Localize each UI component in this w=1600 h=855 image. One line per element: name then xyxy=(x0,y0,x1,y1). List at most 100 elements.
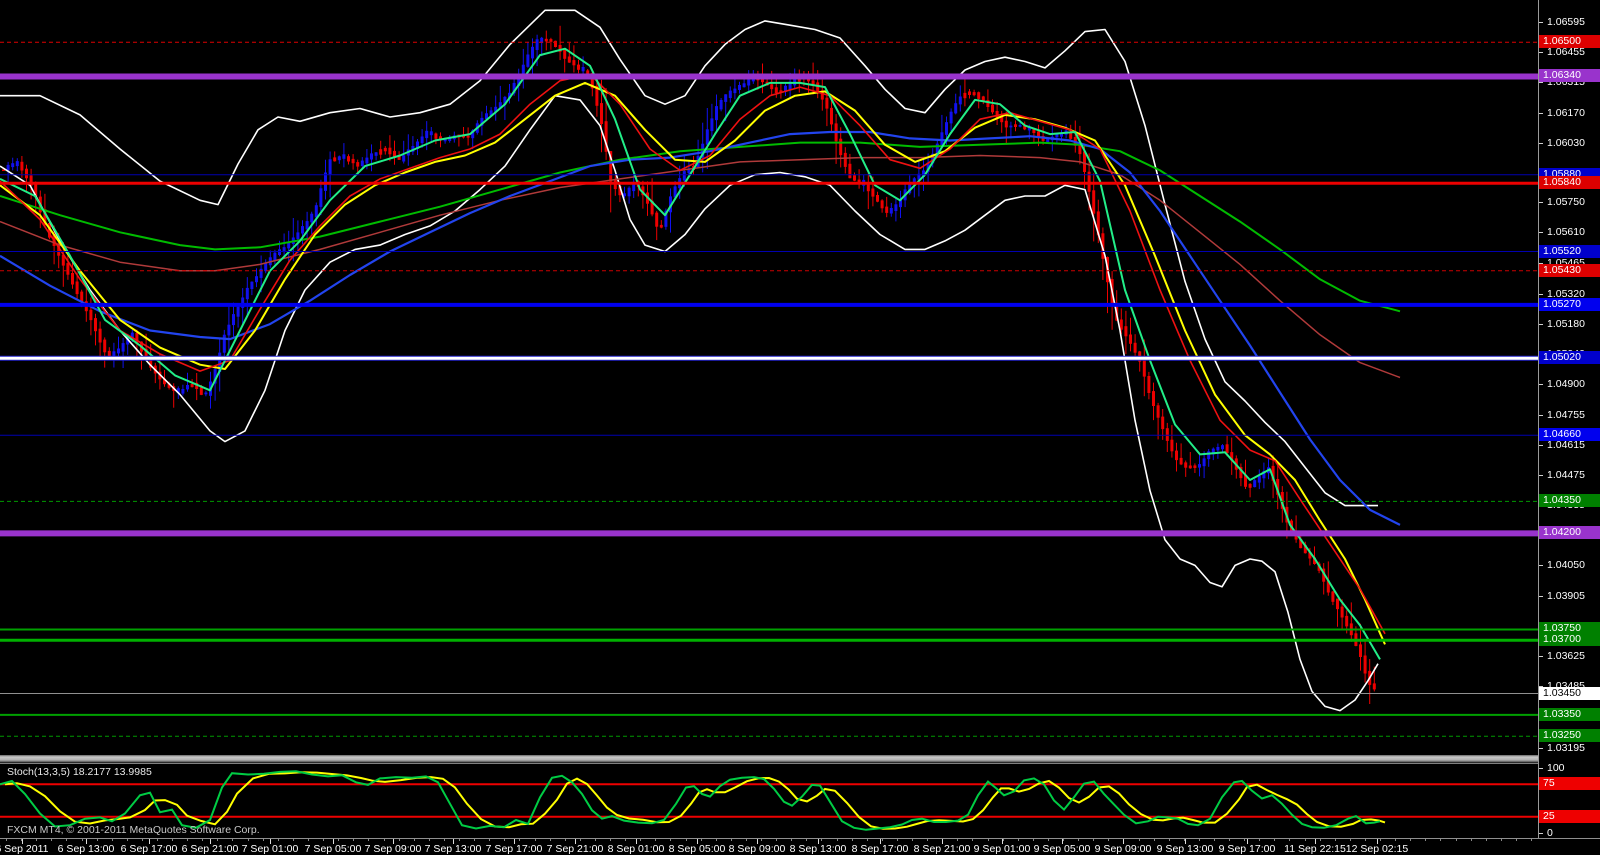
candle-body xyxy=(204,392,208,395)
time-label: 7 Sep 13:00 xyxy=(424,843,482,855)
candle-body xyxy=(1129,334,1132,344)
candle-body xyxy=(531,46,534,59)
candle-body xyxy=(600,103,603,124)
candle-body xyxy=(1221,445,1224,450)
price-tick-label: 1.03905 xyxy=(1547,590,1585,603)
candle-body xyxy=(356,162,360,167)
candle-body xyxy=(282,247,286,251)
stoch-d-line xyxy=(4,771,1386,830)
candle-body xyxy=(1124,326,1128,337)
price-tag: 1.03350 xyxy=(1539,707,1600,721)
candle-body xyxy=(236,306,240,317)
time-minor-tick xyxy=(202,839,203,841)
time-minor-tick xyxy=(278,839,279,841)
time-label: 9 Sep 17:00 xyxy=(1218,843,1276,855)
candle-body xyxy=(259,268,263,278)
time-label: 9 Sep 05:00 xyxy=(1033,843,1091,855)
candle-body xyxy=(1340,606,1344,618)
time-axis[interactable]: 6 Sep 2011 6 Sep 13:00 6 Sep 17:00 6 Sep 21… xyxy=(0,838,1600,855)
candle-body xyxy=(1004,120,1008,128)
time-label: 8 Sep 09:00 xyxy=(728,843,786,855)
candle-body xyxy=(747,79,751,86)
candle-body xyxy=(549,39,553,42)
time-minor-tick xyxy=(746,839,747,841)
time-minor-tick xyxy=(1033,839,1034,841)
candle-body xyxy=(839,138,843,156)
candle-body xyxy=(1179,457,1183,465)
price-tag: 1.03700 xyxy=(1539,633,1600,647)
time-minor-tick xyxy=(1078,839,1079,841)
time-minor-tick xyxy=(1093,839,1094,841)
candle-body xyxy=(1147,376,1151,393)
candle-body xyxy=(977,92,981,99)
time-minor-tick xyxy=(51,839,52,841)
candle-body xyxy=(75,281,79,295)
candle-body xyxy=(6,164,10,171)
time-minor-tick xyxy=(1380,839,1381,841)
candle-body xyxy=(347,156,350,162)
time-minor-tick xyxy=(1063,839,1064,841)
price-tick-label: 1.05750 xyxy=(1547,196,1585,209)
candle-body xyxy=(117,348,120,354)
candle-body xyxy=(264,262,268,272)
price-tick-label: 1.06595 xyxy=(1547,16,1585,28)
candle-body xyxy=(337,156,341,161)
candle-body xyxy=(1133,342,1137,353)
candle-body xyxy=(232,314,235,326)
candle-body xyxy=(402,155,406,162)
candle-body xyxy=(742,83,746,88)
time-minor-tick xyxy=(670,839,671,841)
time-minor-tick xyxy=(353,839,354,841)
price-tick-mark xyxy=(1539,142,1543,144)
time-label: 7 Sep 09:00 xyxy=(364,843,422,855)
price-tick-label: 1.04755 xyxy=(1547,408,1585,421)
candle-body xyxy=(572,60,576,66)
time-minor-tick xyxy=(248,839,249,841)
candle-body xyxy=(811,80,815,85)
candle-body xyxy=(853,175,856,181)
time-minor-tick xyxy=(927,839,928,841)
price-tick-mark xyxy=(1539,324,1543,326)
candle-body xyxy=(889,208,893,214)
candle-body xyxy=(1248,483,1252,488)
candle-body xyxy=(98,328,102,343)
price-tick-mark xyxy=(1539,22,1543,23)
time-label: 7 Sep 01:00 xyxy=(241,843,299,855)
candle-body xyxy=(871,188,875,197)
price-tick-label: 1.04050 xyxy=(1547,559,1585,572)
candle-body xyxy=(655,212,659,227)
time-minor-tick xyxy=(1018,839,1019,841)
candle-body xyxy=(1202,458,1206,467)
time-minor-tick xyxy=(791,839,792,841)
candle-body xyxy=(342,154,346,159)
price-tick-mark xyxy=(1539,444,1543,446)
price-chart-canvas[interactable] xyxy=(0,0,1538,755)
price-tick-mark xyxy=(1539,656,1543,658)
time-minor-tick xyxy=(716,839,717,841)
candle-body xyxy=(1363,655,1367,674)
panel-separator[interactable] xyxy=(0,755,1600,763)
candle-body xyxy=(972,92,976,96)
candle-body xyxy=(314,205,318,218)
time-minor-tick xyxy=(1456,839,1457,841)
time-minor-tick xyxy=(1471,839,1472,841)
time-minor-tick xyxy=(1516,839,1517,841)
time-minor-tick xyxy=(187,839,188,841)
price-tick-mark xyxy=(1539,414,1543,416)
candle-body xyxy=(577,64,580,70)
price-tick-label: 1.03195 xyxy=(1547,742,1585,754)
price-tag: 1.05840 xyxy=(1539,176,1600,190)
candle-body xyxy=(1372,683,1376,690)
candle-body xyxy=(1184,462,1188,468)
stoch-axis-label: 100 xyxy=(1547,762,1565,774)
price-axis[interactable]: 1.065951.064551.063151.061701.060301.057… xyxy=(1538,0,1600,839)
time-label: 11 Sep 22:15 xyxy=(1284,843,1346,855)
candle-body xyxy=(949,111,953,124)
time-minor-tick xyxy=(1501,839,1502,841)
price-chart-panel[interactable] xyxy=(0,0,1538,755)
time-minor-tick xyxy=(957,839,958,841)
candle-body xyxy=(945,122,948,135)
time-minor-tick xyxy=(414,839,415,841)
time-minor-tick xyxy=(263,839,264,841)
candle-body xyxy=(1161,416,1165,430)
